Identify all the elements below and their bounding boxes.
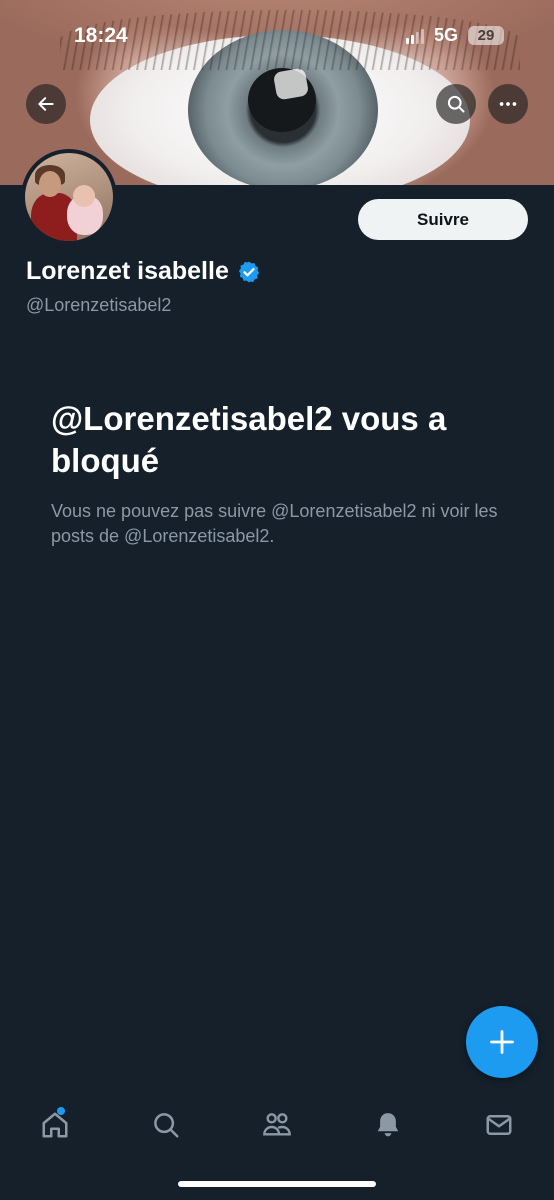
avatar-baby-face (73, 185, 95, 207)
people-icon (263, 1113, 291, 1136)
search-icon (154, 1113, 179, 1138)
compose-post-button[interactable] (466, 1006, 538, 1078)
network-type: 5G (433, 25, 458, 45)
nav-search[interactable] (136, 1095, 196, 1155)
signal-icon (405, 28, 424, 44)
status-time: 18:24 (74, 24, 128, 47)
profile-handle: @Lorenzetisabel2 (26, 295, 172, 315)
display-name: Lorenzet isabelle (26, 257, 229, 285)
home-icon (42, 1112, 68, 1138)
nav-notifications[interactable] (358, 1095, 418, 1155)
bell-icon (377, 1113, 399, 1137)
arrow-left-icon (38, 97, 54, 111)
search-icon (447, 95, 465, 113)
search-button[interactable] (436, 84, 476, 124)
verified-badge-icon[interactable] (237, 260, 261, 284)
profile-name-row: Lorenzet isabelle (26, 257, 261, 286)
nav-communities[interactable] (247, 1095, 307, 1155)
status-indicators: 5G 29 (405, 25, 504, 46)
plus-icon (490, 1030, 514, 1054)
blocked-title: @Lorenzetisabel2 vous a bloqué (51, 400, 447, 479)
mail-icon (486, 1115, 512, 1135)
battery-icon: 29 (468, 26, 504, 45)
more-horizontal-icon (499, 102, 517, 106)
nav-messages[interactable] (469, 1095, 529, 1155)
avatar-face (39, 171, 61, 197)
blocked-description: Vous ne pouvez pas suivre @Lorenzetisabe… (51, 501, 498, 546)
more-button[interactable] (488, 84, 528, 124)
nav-home[interactable] (25, 1095, 85, 1155)
back-button[interactable] (26, 84, 66, 124)
follow-button[interactable]: Suivre (358, 199, 528, 240)
home-indicator[interactable] (178, 1181, 376, 1187)
avatar[interactable] (21, 149, 117, 245)
banner-eye-reflection (272, 67, 310, 101)
bottom-navigation (0, 1092, 554, 1158)
